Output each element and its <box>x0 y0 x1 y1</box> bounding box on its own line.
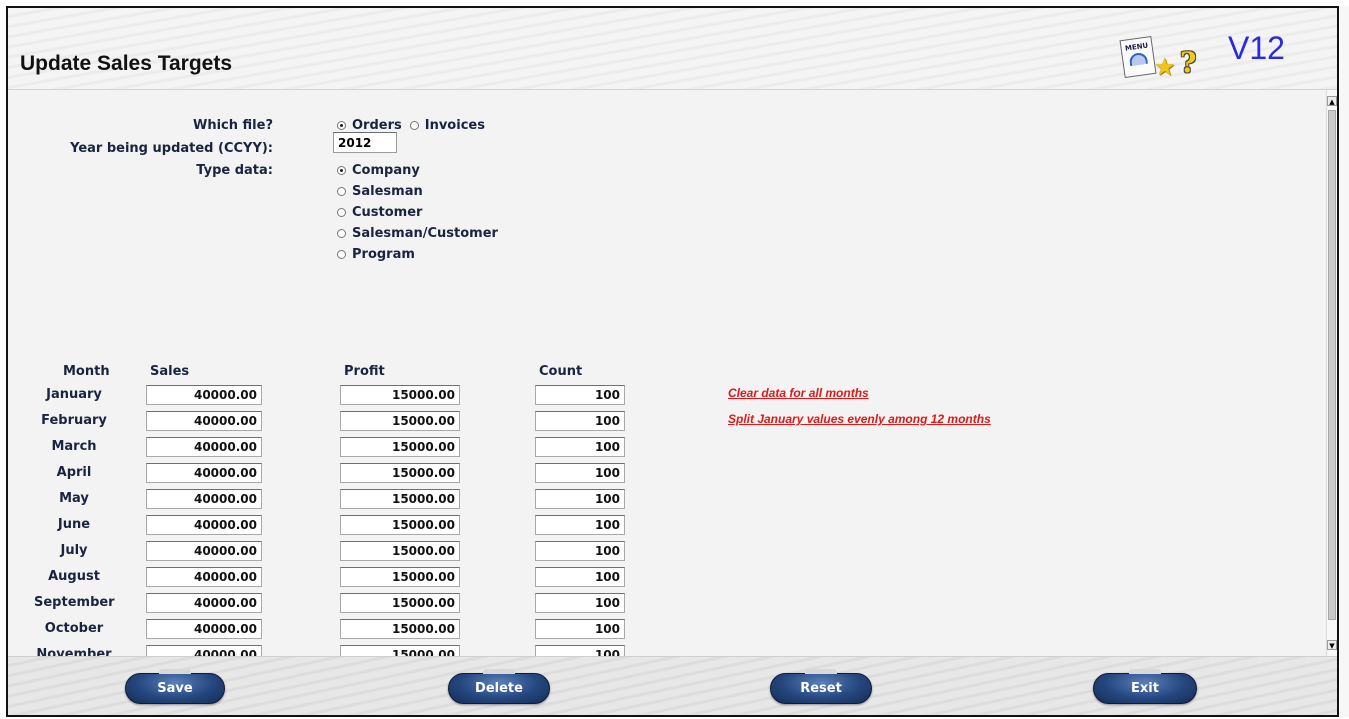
radio-customer[interactable] <box>337 208 346 217</box>
scroll-down-arrow-icon[interactable]: ▼ <box>1327 640 1337 650</box>
radio-invoices[interactable] <box>409 121 419 130</box>
vertical-scrollbar[interactable]: ▲ ▼ <box>1326 90 1337 656</box>
column-header-sales: Sales <box>150 364 190 379</box>
radio-orders-label: Orders <box>352 118 402 133</box>
page-title: Update Sales Targets <box>20 52 233 75</box>
main-content: Which file? Orders Invoices Year being u… <box>8 90 1326 656</box>
exit-button[interactable]: Exit <box>1093 669 1197 704</box>
sales-input[interactable] <box>146 411 262 431</box>
radio-program[interactable] <box>337 250 346 259</box>
count-input[interactable] <box>535 541 625 561</box>
radio-salesman-customer[interactable] <box>337 229 346 238</box>
menu-book-icon[interactable]: MENU <box>1119 35 1157 79</box>
month-label: September <box>34 595 115 610</box>
sales-input[interactable] <box>146 567 262 587</box>
count-input[interactable] <box>535 385 625 405</box>
month-label: February <box>41 413 107 428</box>
question-mark-icon[interactable]: ? <box>1180 46 1196 79</box>
version-label: V12 <box>1228 30 1285 66</box>
type-data-option-company[interactable]: Company <box>337 163 420 178</box>
month-label: August <box>48 569 100 584</box>
clear-all-months-link[interactable]: Clear data for all months <box>728 386 869 400</box>
month-label: July <box>60 543 88 558</box>
profit-input[interactable] <box>340 463 460 483</box>
count-input[interactable] <box>535 411 625 431</box>
count-input[interactable] <box>535 437 625 457</box>
profit-input[interactable] <box>340 541 460 561</box>
sales-input[interactable] <box>146 489 262 509</box>
type-data-label: Type data: <box>196 163 273 178</box>
profit-input[interactable] <box>340 645 460 656</box>
button-bar: Save Delete Reset Exit <box>8 656 1337 715</box>
sales-input[interactable] <box>146 437 262 457</box>
sales-input[interactable] <box>146 619 262 639</box>
type-data-option-salesman[interactable]: Salesman <box>337 184 423 199</box>
delete-button[interactable]: Delete <box>448 669 550 704</box>
year-input[interactable] <box>333 132 397 153</box>
count-input[interactable] <box>535 463 625 483</box>
sales-input[interactable] <box>146 541 262 561</box>
profit-input[interactable] <box>340 411 460 431</box>
radio-customer-label: Customer <box>352 205 423 220</box>
scroll-thumb[interactable] <box>1328 110 1336 620</box>
radio-orders[interactable] <box>337 121 346 130</box>
radio-company-label: Company <box>352 163 420 178</box>
radio-salesman[interactable] <box>337 187 346 196</box>
profit-input[interactable] <box>340 385 460 405</box>
column-header-month: Month <box>63 364 110 379</box>
which-file-label: Which file? <box>193 118 273 133</box>
type-data-option-customer[interactable]: Customer <box>337 205 422 220</box>
split-january-link[interactable]: Split January values evenly among 12 mon… <box>728 412 991 426</box>
month-label: April <box>56 465 92 480</box>
app-window: Update Sales Targets MENU ★ ? V12 Which … <box>6 6 1339 717</box>
save-button[interactable]: Save <box>125 669 225 704</box>
count-input[interactable] <box>535 489 625 509</box>
sales-input[interactable] <box>146 515 262 535</box>
type-data-option-program[interactable]: Program <box>337 247 415 262</box>
sales-input[interactable] <box>146 385 262 405</box>
column-header-count: Count <box>539 364 583 379</box>
sales-input[interactable] <box>146 645 262 656</box>
profit-input[interactable] <box>340 489 460 509</box>
type-data-option-salesman-customer[interactable]: Salesman/Customer <box>337 226 498 241</box>
month-label: May <box>59 491 89 506</box>
profit-input[interactable] <box>340 567 460 587</box>
sales-input[interactable] <box>146 593 262 613</box>
sales-input[interactable] <box>146 463 262 483</box>
reset-button[interactable]: Reset <box>770 669 872 704</box>
radio-salesman-customer-label: Salesman/Customer <box>352 226 498 241</box>
menu-icon-dome <box>1128 52 1149 67</box>
month-label: November <box>36 647 112 656</box>
outer-scrollbar-edge <box>1340 6 1349 717</box>
radio-salesman-label: Salesman <box>352 184 423 199</box>
profit-input[interactable] <box>340 515 460 535</box>
month-label: October <box>44 621 104 636</box>
page-header: Update Sales Targets MENU ★ ? V12 <box>8 8 1337 90</box>
radio-program-label: Program <box>352 247 415 262</box>
month-label: June <box>57 517 91 532</box>
count-input[interactable] <box>535 567 625 587</box>
count-input[interactable] <box>535 645 625 656</box>
profit-input[interactable] <box>340 437 460 457</box>
menu-icon-text: MENU <box>1124 41 1149 53</box>
profit-input[interactable] <box>340 593 460 613</box>
count-input[interactable] <box>535 619 625 639</box>
month-label: January <box>46 387 102 402</box>
column-header-profit: Profit <box>344 364 385 379</box>
month-label: March <box>51 439 97 454</box>
star-icon[interactable]: ★ <box>1154 53 1176 81</box>
profit-input[interactable] <box>340 619 460 639</box>
year-label: Year being updated (CCYY): <box>70 141 273 156</box>
which-file-group: Orders Invoices <box>337 118 485 133</box>
count-input[interactable] <box>535 593 625 613</box>
radio-company[interactable] <box>337 166 346 175</box>
scroll-up-arrow-icon[interactable]: ▲ <box>1327 96 1337 106</box>
count-input[interactable] <box>535 515 625 535</box>
radio-invoices-label: Invoices <box>424 118 485 133</box>
